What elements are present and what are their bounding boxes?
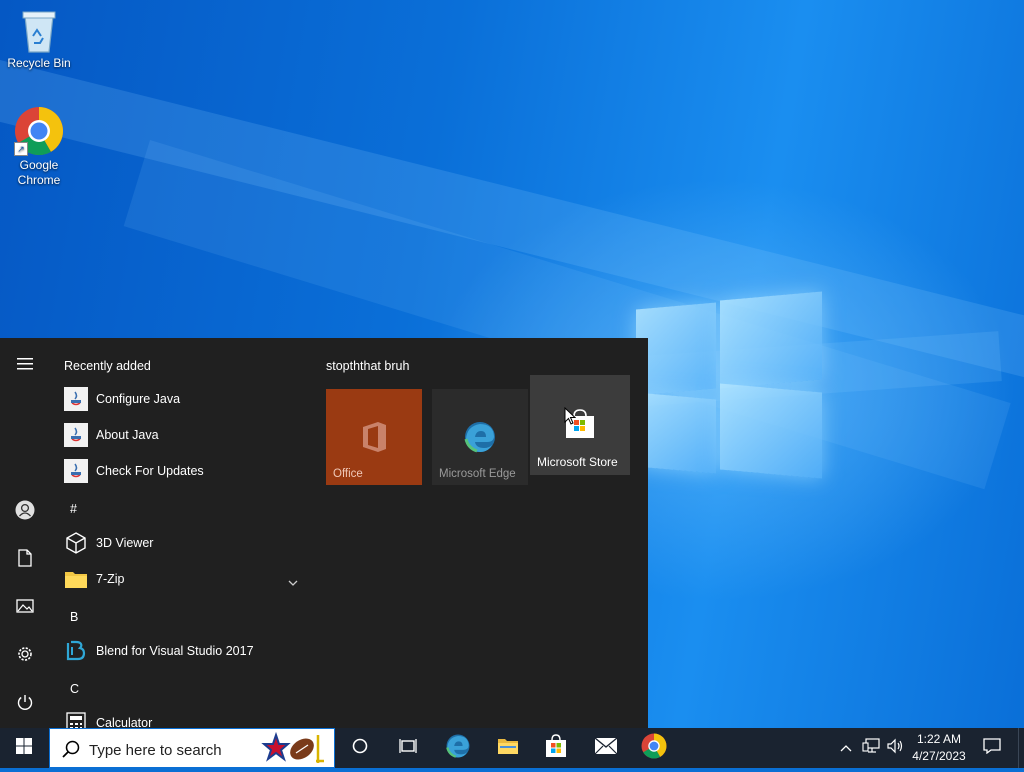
edge-icon <box>463 420 497 459</box>
3d-viewer-icon <box>64 531 88 555</box>
recycle-bin-icon <box>19 8 59 54</box>
edge-icon <box>445 733 471 764</box>
expand-menu-button[interactable] <box>0 346 50 386</box>
tile-label: Office <box>333 468 363 480</box>
action-center-icon <box>983 737 1001 759</box>
search-highlight-illustration <box>258 731 334 772</box>
desktop-icon-label: Google Chrome <box>17 158 61 187</box>
java-icon <box>64 459 88 483</box>
clock-time: 1:22 AM <box>916 732 962 746</box>
office-icon <box>359 420 389 459</box>
folder-icon <box>64 567 88 591</box>
cortana-button[interactable] <box>336 728 384 768</box>
mouse-cursor-icon <box>564 406 577 430</box>
app-item-label: 7-Zip <box>96 572 125 586</box>
show-hidden-icons-button[interactable] <box>836 728 856 768</box>
file-explorer-icon <box>497 737 519 760</box>
network-icon <box>862 737 880 759</box>
clock-date: 4/27/2023 <box>912 749 966 763</box>
search-icon <box>62 740 80 763</box>
power-icon <box>17 694 33 715</box>
app-item-configure-java[interactable]: Configure Java <box>50 383 308 415</box>
documents-button[interactable] <box>0 540 50 580</box>
app-list: Recently added Configure Java About Java… <box>50 338 310 728</box>
tile-label: Microsoft Edge <box>439 468 516 480</box>
mail-icon <box>594 736 618 760</box>
app-item-7-zip[interactable]: 7-Zip <box>50 563 308 595</box>
section-letter-b[interactable]: B <box>70 610 78 624</box>
search-input[interactable] <box>87 737 251 763</box>
volume-button[interactable] <box>884 728 906 768</box>
pictures-icon <box>16 598 34 618</box>
start-menu-rail <box>0 338 50 728</box>
chrome-icon <box>641 733 667 764</box>
recently-added-header: Recently added <box>64 359 151 373</box>
chrome-icon: ↗ <box>14 106 64 156</box>
section-letter-c[interactable]: C <box>70 682 79 696</box>
app-item-label: 3D Viewer <box>96 536 154 550</box>
app-item-calculator[interactable]: Calculator <box>50 707 308 728</box>
start-menu: Recently added Configure Java About Java… <box>0 338 648 728</box>
chevron-up-icon <box>840 739 852 757</box>
calculator-icon <box>64 711 88 728</box>
tile-label: Microsoft Store <box>537 455 618 469</box>
power-button[interactable] <box>0 684 50 724</box>
task-view-icon <box>399 738 417 759</box>
volume-icon <box>886 738 904 759</box>
app-item-label: About Java <box>96 428 159 442</box>
settings-icon <box>16 645 34 668</box>
java-icon <box>64 423 88 447</box>
shortcut-arrow-icon: ↗ <box>14 142 28 156</box>
app-item-label: Calculator <box>96 716 153 728</box>
app-item-check-for-updates[interactable]: Check For Updates <box>50 455 308 487</box>
app-item-3d-viewer[interactable]: 3D Viewer <box>50 527 308 559</box>
chevron-down-icon[interactable] <box>288 573 298 591</box>
taskbar-mail-button[interactable] <box>582 728 630 768</box>
pictures-button[interactable] <box>0 588 50 628</box>
desktop-icon-label: Recycle Bin <box>7 56 71 70</box>
cortana-icon <box>352 738 368 759</box>
app-item-blend-for-visual-studio-2017[interactable]: Blend for Visual Studio 2017 <box>50 635 308 667</box>
desktop-icon-google-chrome[interactable]: ↗ Google Chrome <box>1 106 77 188</box>
taskbar-search-box[interactable] <box>49 728 335 768</box>
tiles-area: stopththat bruh Office Microsoft Edge Mi… <box>310 338 648 728</box>
app-item-label: Check For Updates <box>96 464 204 478</box>
microsoft-store-icon <box>544 733 568 763</box>
action-center-button[interactable] <box>978 728 1006 768</box>
windows-start-icon <box>16 737 32 759</box>
tile-microsoft-edge[interactable]: Microsoft Edge <box>432 389 528 485</box>
taskbar-clock[interactable]: 1:22 AM 4/27/2023 <box>906 731 972 765</box>
taskbar: 1:22 AM 4/27/2023 <box>0 728 1024 768</box>
taskbar-chrome-button[interactable] <box>630 728 678 768</box>
tile-microsoft-store[interactable]: Microsoft Store <box>530 375 630 475</box>
blend-icon <box>64 639 88 663</box>
java-icon <box>64 387 88 411</box>
desktop-icon-recycle-bin[interactable]: Recycle Bin <box>1 8 77 71</box>
taskbar-microsoft-store-button[interactable] <box>532 728 580 768</box>
taskbar-edge-button[interactable] <box>434 728 482 768</box>
tile-group-title[interactable]: stopththat bruh <box>326 359 409 373</box>
task-view-button[interactable] <box>384 728 432 768</box>
network-button[interactable] <box>860 728 882 768</box>
start-button[interactable] <box>0 728 48 768</box>
user-account-icon <box>15 500 35 525</box>
app-item-about-java[interactable]: About Java <box>50 419 308 451</box>
documents-icon <box>18 548 32 572</box>
tile-office[interactable]: Office <box>326 389 422 485</box>
hamburger-menu-icon <box>17 357 33 375</box>
section-letter-hash[interactable]: # <box>70 502 77 516</box>
windows-wallpaper-logo <box>636 288 824 480</box>
app-item-label: Blend for Visual Studio 2017 <box>96 644 254 658</box>
taskbar-file-explorer-button[interactable] <box>484 728 532 768</box>
app-item-label: Configure Java <box>96 392 181 406</box>
settings-button[interactable] <box>0 636 50 676</box>
show-desktop-button[interactable] <box>1018 728 1024 768</box>
user-account-button[interactable] <box>0 492 50 532</box>
